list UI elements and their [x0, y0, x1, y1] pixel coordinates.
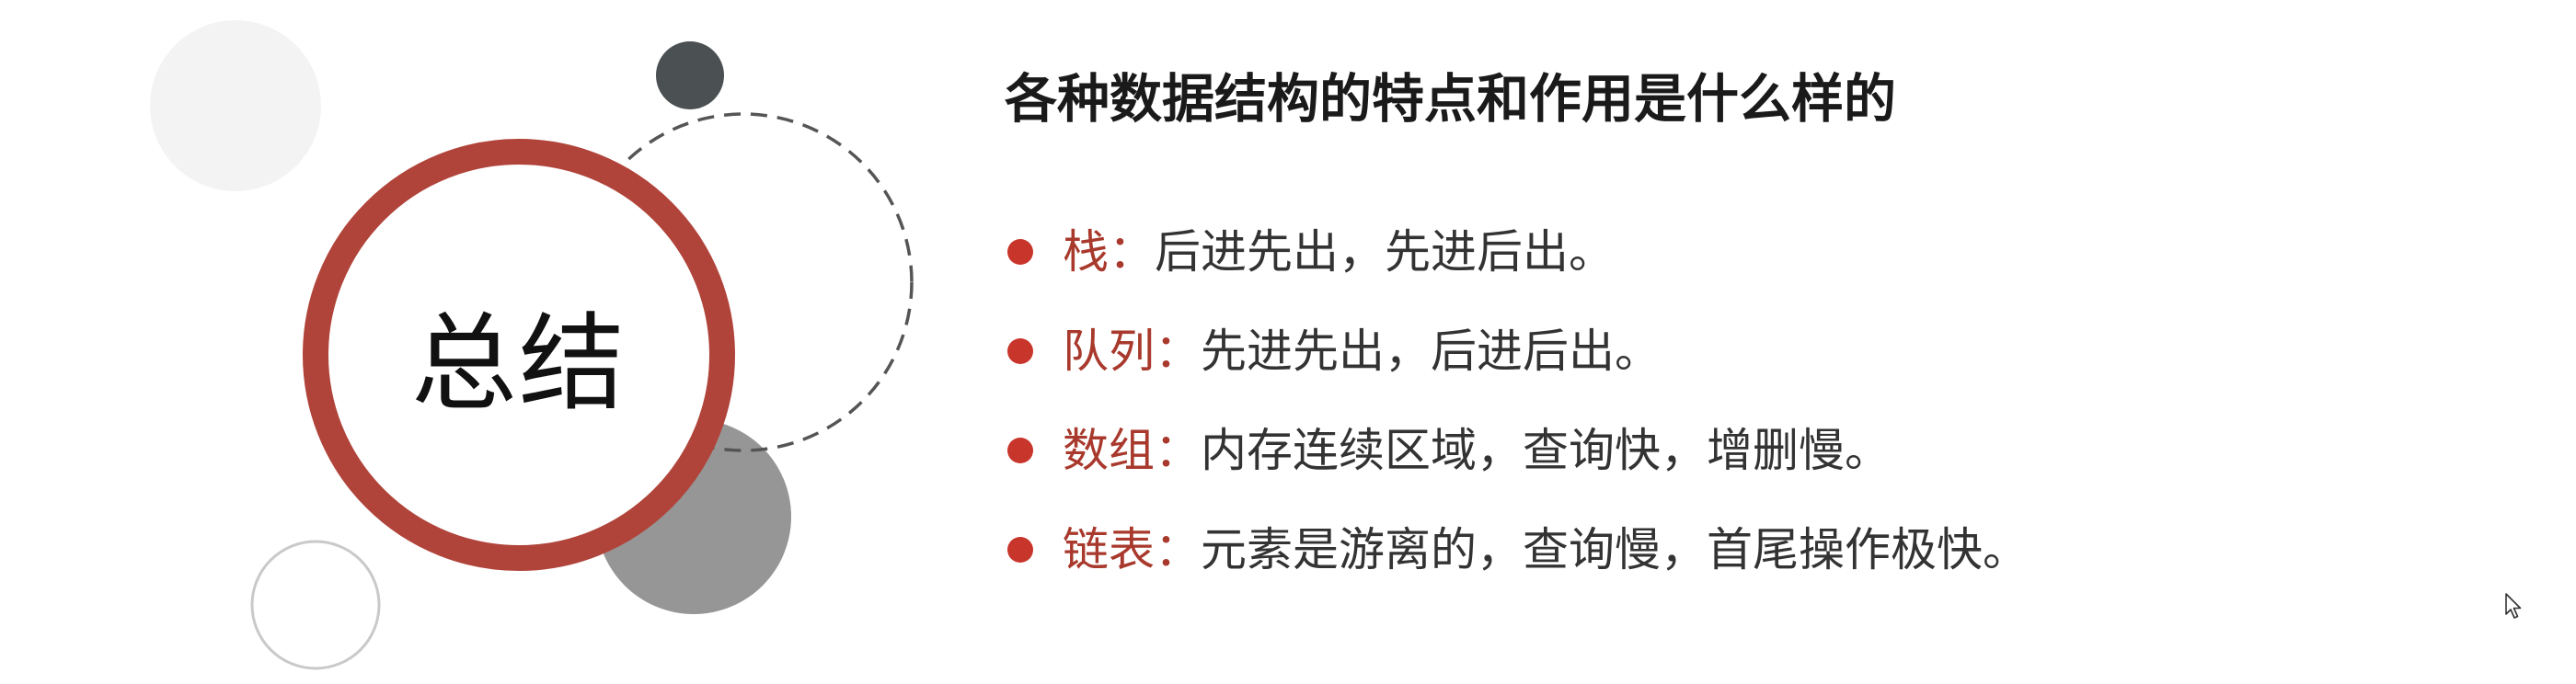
- item-description: 内存连续区域，查询快，增删慢。: [1201, 425, 1891, 476]
- summary-heading: 总结: [410, 305, 627, 423]
- list-item-text: 栈：后进先出，先进后出。: [1063, 224, 1615, 279]
- item-description: 后进先出，先进后出。: [1155, 226, 1615, 278]
- bullet-dot: [1007, 438, 1033, 463]
- item-description: 元素是游离的，查询慢，首尾操作极快。: [1201, 524, 2029, 576]
- list-item-text: 链表：元素是游离的，查询慢，首尾操作极快。: [1063, 522, 2029, 577]
- list-item-text: 数组：内存连续区域，查询快，增删慢。: [1063, 423, 1891, 478]
- item-label: 数组：: [1063, 425, 1201, 476]
- summary-slide: 总结 各种数据结构的特点和作用是什么样的 栈：后进先出，先进后出。 队列：先进先…: [0, 0, 2576, 684]
- list-item-text: 队列：先进先出，后进后出。: [1063, 324, 1661, 379]
- list-item: 链表：元素是游离的，查询慢，首尾操作极快。: [1007, 522, 2387, 577]
- item-label: 链表：: [1063, 524, 1201, 576]
- bullet-dot: [1007, 338, 1033, 364]
- list-item: 数组：内存连续区域，查询快，增删慢。: [1007, 423, 2387, 478]
- bullet-dot: [1007, 537, 1033, 563]
- light-gray-circle: [150, 20, 321, 191]
- list-item: 栈：后进先出，先进后出。: [1007, 224, 2387, 279]
- item-label: 栈：: [1063, 226, 1155, 278]
- cursor-icon: [2505, 593, 2522, 619]
- item-label: 队列：: [1063, 325, 1201, 377]
- bullet-dot: [1007, 239, 1033, 265]
- list-item: 队列：先进先出，后进后出。: [1007, 324, 2387, 379]
- slide-title: 各种数据结构的特点和作用是什么样的: [1005, 70, 1896, 129]
- dark-gray-circle: [656, 41, 724, 109]
- item-description: 先进先出，后进后出。: [1201, 325, 1661, 377]
